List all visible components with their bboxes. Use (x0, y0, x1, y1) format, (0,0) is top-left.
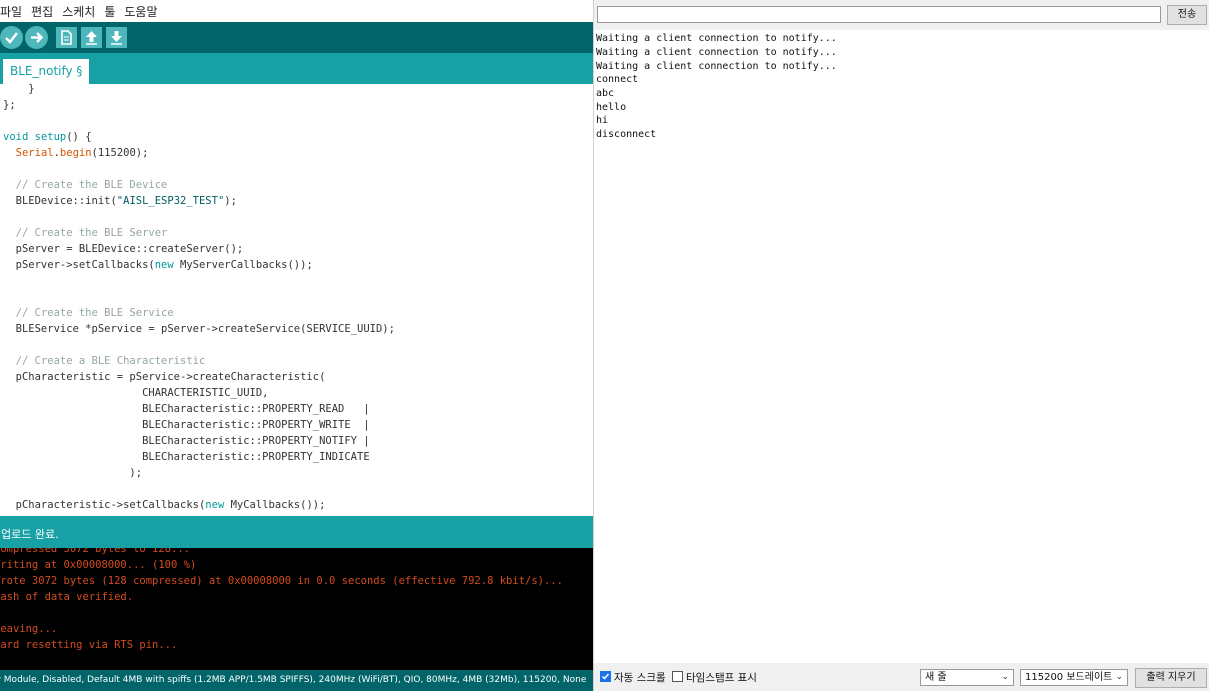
code-line: BLECharacteristic::PROPERTY_NOTIFY | (3, 435, 370, 447)
menu-bar: 파일 편집 스케치 툴 도움말 (0, 0, 593, 22)
save-sketch-button[interactable] (106, 27, 127, 48)
arrow-up-icon (86, 31, 97, 45)
code-line: BLEDevice::init("AISL_ESP32_TEST"); (3, 193, 237, 209)
serial-monitor-window: 전송 Waiting a client connection to notify… (593, 0, 1209, 691)
output-line: hello (596, 102, 627, 113)
code-line: BLECharacteristic::PROPERTY_INDICATE (3, 451, 370, 463)
chevron-down-icon: ⌄ (1001, 672, 1009, 682)
code-line: BLECharacteristic::PROPERTY_WRITE | (3, 419, 370, 431)
line-ending-select[interactable]: 새 줄 ⌄ (920, 669, 1014, 686)
send-row: 전송 (594, 0, 1209, 30)
menu-file[interactable]: 파일 (0, 3, 22, 20)
console-line: Writing at 0x00008000... (100 %) (0, 559, 197, 571)
clear-output-button[interactable]: 출력 지우기 (1135, 668, 1207, 688)
timestamp-label: 타임스탬프 표시 (686, 672, 757, 684)
tab-ble-notify[interactable]: BLE_notify § (3, 59, 90, 84)
code-function: begin (59, 147, 92, 159)
code-comment: // Create the BLE Service (3, 307, 174, 319)
code-line: ); (3, 467, 143, 479)
file-icon (61, 30, 72, 45)
check-icon (5, 32, 18, 44)
arrow-right-icon (31, 32, 44, 43)
arduino-ide-window: 파일 편집 스케치 툴 도움말 BLE_notify § } }; void s… (0, 0, 593, 691)
autoscroll-checkbox[interactable] (600, 671, 611, 682)
menu-tools[interactable]: 툴 (104, 3, 115, 20)
code-comment: // Create the BLE Server (3, 227, 168, 239)
output-line: Waiting a client connection to notify... (596, 47, 837, 58)
code-line: pServer = BLEDevice::createServer(); (3, 243, 244, 255)
code-text: pServer->setCallbacks( (3, 259, 155, 271)
code-comment: // Create the BLE Device (3, 179, 168, 191)
board-info-text: ESP32 Dev Module, Disabled, Default 4MB … (0, 675, 587, 685)
output-line: Waiting a client connection to notify... (596, 61, 837, 72)
arrow-down-icon (111, 31, 122, 45)
code-line: Serial.begin(115200); (3, 145, 149, 161)
serial-output[interactable]: Waiting a client connection to notify...… (594, 30, 1209, 663)
timestamp-checkbox[interactable] (672, 671, 683, 682)
code-line: pCharacteristic = pService->createCharac… (3, 371, 326, 383)
board-info-bar: ESP32 Dev Module, Disabled, Default 4MB … (0, 670, 593, 691)
console-line: Leaving... (0, 623, 58, 635)
code-line: CHARACTERISTIC_UUID, (3, 387, 269, 399)
code-text: MyServerCallbacks()); (173, 259, 313, 271)
open-sketch-button[interactable] (81, 27, 102, 48)
output-line: disconnect (596, 129, 657, 140)
baud-rate-select[interactable]: 115200 보드레이트 ⌄ (1020, 669, 1128, 686)
code-text: (115200); (91, 147, 149, 159)
code-text: () { (66, 131, 92, 143)
console-output[interactable]: Compressed 3072 bytes to 128... Writing … (0, 548, 593, 670)
output-line: Waiting a client connection to notify... (596, 33, 837, 44)
code-line: void setup() { (3, 129, 92, 145)
baud-rate-value: 115200 보드레이트 (1025, 672, 1113, 683)
console-line: Hash of data verified. (0, 591, 134, 603)
monitor-options-row: 자동 스크롤 타임스탬프 표시 새 줄 ⌄ 115200 보드레이트 ⌄ 출력 … (594, 663, 1209, 691)
menu-sketch[interactable]: 스케치 (62, 3, 95, 20)
code-text: MyCallbacks()); (224, 499, 326, 511)
menu-edit[interactable]: 편집 (31, 3, 53, 20)
upload-button[interactable] (25, 26, 48, 49)
code-keyword: new (154, 259, 174, 271)
code-line: pServer->setCallbacks(new MyServerCallba… (3, 257, 313, 273)
code-keyword: new (205, 499, 225, 511)
status-bar: 업로드 완료. (0, 516, 593, 548)
menu-help[interactable]: 도움말 (124, 3, 157, 20)
code-line: BLEService *pService = pServer->createSe… (3, 323, 395, 335)
code-text: pCharacteristic->setCallbacks( (3, 499, 206, 511)
code-editor[interactable]: } }; void setup() { Serial.begin(115200)… (0, 84, 593, 516)
code-function: Serial (15, 147, 54, 159)
code-function: setup (28, 131, 67, 143)
code-line: pCharacteristic->setCallbacks(new MyCall… (3, 497, 326, 513)
output-line: abc (596, 88, 615, 99)
code-string: "AISL_ESP32_TEST" (116, 195, 225, 207)
code-text: BLEDevice::init( (3, 195, 117, 207)
chevron-down-icon: ⌄ (1115, 672, 1123, 682)
console-line: Wrote 3072 bytes (128 compressed) at 0x0… (0, 575, 563, 587)
new-sketch-button[interactable] (56, 27, 77, 48)
toolbar (0, 22, 593, 53)
code-line: }; (3, 99, 16, 111)
verify-button[interactable] (0, 26, 23, 49)
send-button[interactable]: 전송 (1167, 5, 1207, 25)
console-line: Hard resetting via RTS pin... (0, 639, 178, 651)
autoscroll-label: 자동 스크롤 (614, 672, 666, 684)
code-keyword: void (3, 131, 29, 143)
code-comment: // Create a BLE Characteristic (3, 355, 206, 367)
tab-bar: BLE_notify § (0, 53, 593, 84)
code-line: } (3, 84, 35, 95)
console-line: Compressed 3072 bytes to 128... (0, 548, 190, 555)
code-text: ); (224, 195, 237, 207)
check-icon (601, 673, 610, 680)
output-line: hi (596, 115, 609, 126)
code-line: BLECharacteristic::PROPERTY_READ | (3, 403, 370, 415)
line-ending-value: 새 줄 (925, 672, 947, 683)
output-line: connect (596, 74, 639, 85)
send-input[interactable] (597, 6, 1161, 23)
